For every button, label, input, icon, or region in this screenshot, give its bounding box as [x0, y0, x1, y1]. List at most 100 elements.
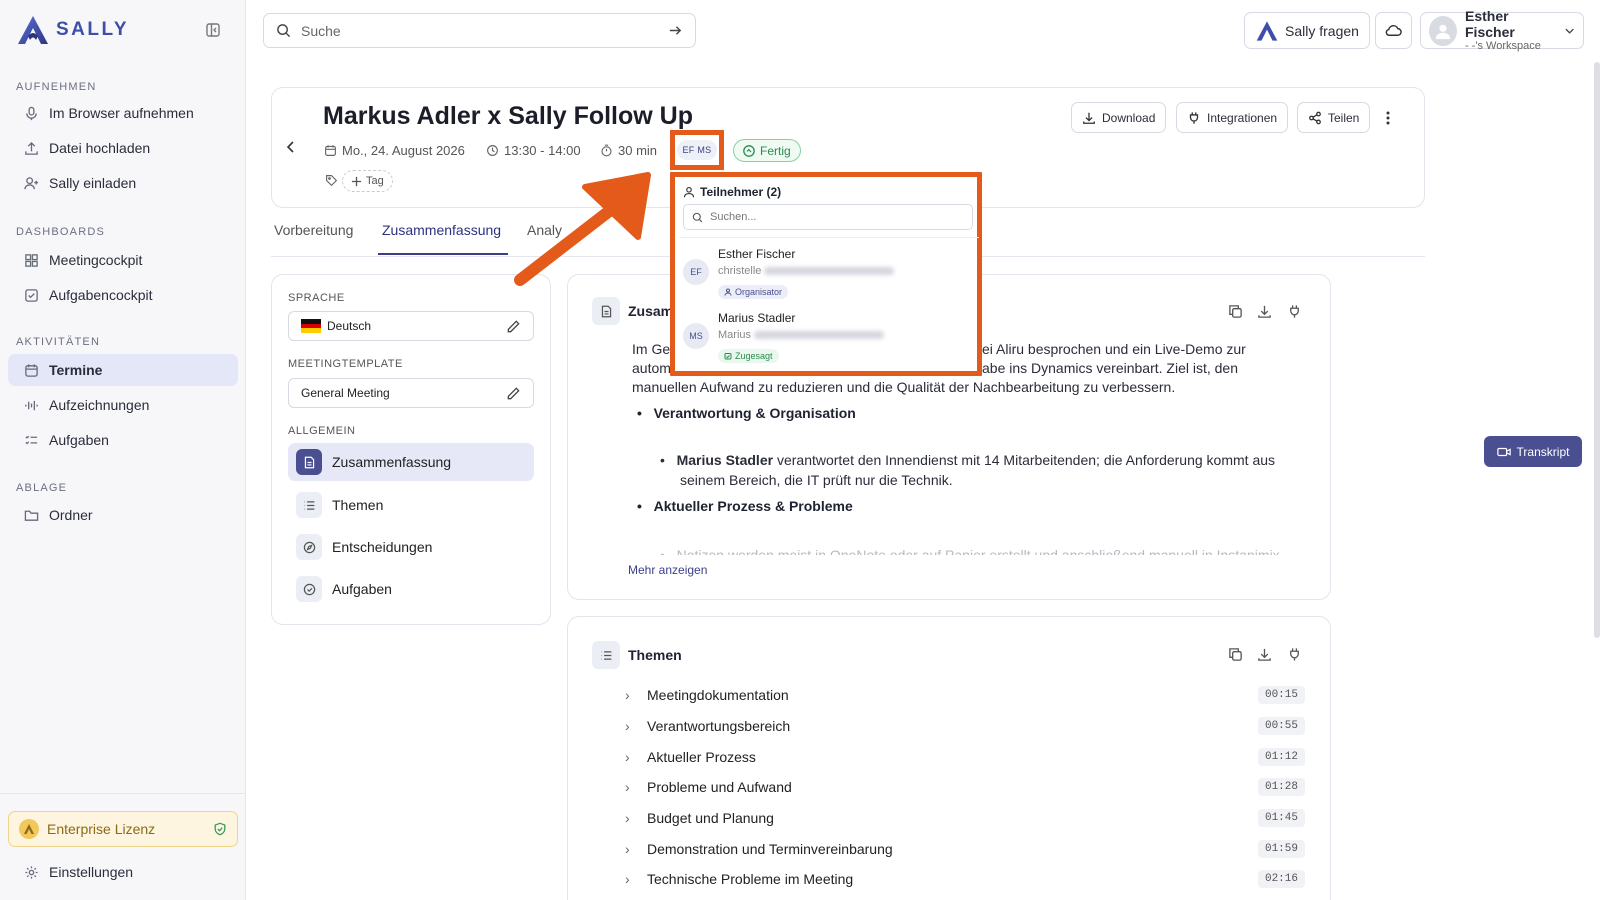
- share-button[interactable]: Teilen: [1297, 102, 1371, 133]
- more-options-icon[interactable]: [1385, 110, 1391, 126]
- redacted-text: [764, 267, 895, 276]
- user-menu[interactable]: Esther Fischer - -'s Workspace: [1420, 8, 1584, 52]
- template-select[interactable]: General Meeting: [288, 378, 534, 408]
- theme-row[interactable]: › Verantwortungsbereich 00:55: [625, 714, 1305, 738]
- participants-search-input[interactable]: Suchen...: [683, 204, 973, 230]
- add-tag-button[interactable]: Tag: [342, 170, 393, 192]
- nav-tasks[interactable]: Aufgaben: [8, 424, 238, 456]
- theme-label: Aktueller Prozess: [647, 749, 756, 765]
- date-text: Mo., 24. August 2026: [342, 143, 465, 158]
- nav-recordings[interactable]: Aufzeichnungen: [8, 389, 238, 421]
- download-button[interactable]: Download: [1071, 102, 1167, 133]
- cloud-sync-button[interactable]: [1375, 12, 1412, 49]
- download-icon[interactable]: [1257, 304, 1272, 319]
- bullet-text: verantwortet den Innendienst mit 14 Mita…: [776, 452, 1276, 468]
- integrations-label: Integrationen: [1207, 110, 1278, 125]
- nav-appointments[interactable]: Termine: [8, 354, 238, 386]
- app-logo[interactable]: SALLY: [16, 14, 129, 46]
- theme-label: Demonstration und Terminvereinbarung: [647, 841, 893, 857]
- participant-avatars[interactable]: EF MS: [677, 140, 717, 160]
- plug-icon[interactable]: [1287, 647, 1302, 662]
- theme-row[interactable]: › Aktueller Prozess 01:12: [625, 745, 1305, 769]
- nav-meetingcockpit[interactable]: Meetingcockpit: [8, 244, 238, 276]
- redacted-text: [754, 331, 885, 340]
- dropdown-divider: [679, 237, 979, 238]
- download-label: Download: [1102, 110, 1156, 125]
- plug-icon[interactable]: [1287, 304, 1302, 319]
- timer-icon: [601, 144, 612, 157]
- theme-row[interactable]: › Meetingdokumentation 00:15: [625, 683, 1305, 707]
- language-select[interactable]: Deutsch: [288, 311, 534, 341]
- ask-sally-button[interactable]: Sally fragen: [1244, 12, 1370, 49]
- user-icon: [724, 288, 732, 296]
- video-icon: [1496, 447, 1511, 456]
- summary-bullet-1: • Verantwortung & Organisation: [637, 405, 856, 421]
- arrow-right-icon[interactable]: [668, 23, 683, 38]
- scrollbar[interactable]: [1594, 62, 1600, 638]
- participants-dropdown: Teilnehmer (2) Suchen... EF Esther Fisch…: [670, 172, 982, 376]
- cloud-icon: [1385, 25, 1402, 36]
- section-summary-item[interactable]: Zusammenfassung: [288, 443, 534, 481]
- copy-icon[interactable]: [1228, 647, 1243, 662]
- copy-icon[interactable]: [1228, 304, 1243, 319]
- theme-row[interactable]: › Technische Probleme im Meeting 02:16: [625, 867, 1305, 891]
- meeting-duration: 30 min: [600, 143, 657, 158]
- nav-label: Datei hochladen: [49, 140, 151, 156]
- theme-row[interactable]: › Budget und Planung 01:45: [625, 806, 1305, 830]
- summary-line-2a: autom: [632, 360, 671, 376]
- nav-upload[interactable]: Datei hochladen: [8, 132, 238, 164]
- participants-count: Teilnehmer (2): [700, 185, 782, 199]
- participant-row[interactable]: MS Marius Stadler Marius Zugesagt: [683, 311, 973, 371]
- section-themes-item[interactable]: Themen: [288, 486, 534, 524]
- enterprise-license-badge[interactable]: Enterprise Lizenz: [8, 811, 238, 847]
- summary-bullet-2: • Aktueller Prozess & Probleme: [637, 498, 853, 514]
- pencil-icon[interactable]: [506, 319, 521, 334]
- search-input[interactable]: Suche: [263, 13, 696, 48]
- checkbox-icon: [25, 288, 38, 302]
- accepted-badge: Zugesagt: [718, 349, 779, 363]
- folder-icon: [24, 510, 39, 521]
- sally-logo-icon: [18, 16, 48, 44]
- sidebar-collapse-icon[interactable]: [205, 22, 221, 38]
- duration-text: 30 min: [618, 143, 658, 158]
- person-name: Notizen: [676, 547, 725, 555]
- microphone-icon: [26, 106, 37, 120]
- themes-title: Themen: [628, 647, 682, 663]
- document-icon: [592, 297, 620, 325]
- nav-invite[interactable]: Sally einladen: [8, 167, 238, 199]
- email-user: christelle: [718, 265, 762, 277]
- summary-subbullet: • Marius Stadler verantwortet den Innend…: [660, 452, 1276, 468]
- participant-email: Marius: [718, 329, 885, 341]
- calendar-check-icon: [724, 353, 732, 360]
- theme-row[interactable]: › Demonstration und Terminvereinbarung 01:…: [625, 837, 1305, 861]
- calendar-icon: [325, 145, 336, 156]
- list-icon: [296, 492, 322, 518]
- transcript-button[interactable]: Transkript: [1484, 436, 1582, 467]
- pencil-icon[interactable]: [506, 386, 521, 401]
- theme-label: Probleme und Aufwand: [647, 779, 792, 795]
- back-chevron-icon[interactable]: [285, 140, 297, 154]
- sidebar-divider: [0, 793, 245, 794]
- chevron-right-icon: ›: [625, 749, 630, 765]
- integrations-button[interactable]: Integrationen: [1176, 102, 1289, 133]
- organizer-badge: Organisator: [718, 285, 789, 299]
- status-text: Fertig: [760, 143, 791, 158]
- nav-folders[interactable]: Ordner: [8, 499, 238, 531]
- theme-time: 00:55: [1257, 717, 1305, 735]
- nav-taskcockpit[interactable]: Aufgabencockpit: [8, 279, 238, 311]
- participant-name: Esther Fischer: [718, 247, 796, 261]
- nav-settings[interactable]: Einstellungen: [8, 856, 238, 888]
- nav-label: Aufgaben: [49, 432, 109, 448]
- meeting-time: 13:30 - 14:00: [486, 143, 581, 158]
- section-decisions-item[interactable]: Entscheidungen: [288, 528, 534, 566]
- tab-preparation[interactable]: Vorbereitung: [274, 222, 353, 238]
- section-tasks-item[interactable]: Aufgaben: [288, 570, 534, 608]
- show-more-link[interactable]: Mehr anzeigen: [628, 563, 707, 577]
- tab-summary[interactable]: Zusammenfassung: [382, 222, 501, 238]
- nav-browser-record[interactable]: Im Browser aufnehmen: [8, 97, 238, 129]
- download-icon[interactable]: [1257, 647, 1272, 662]
- theme-row[interactable]: › Probleme und Aufwand 01:28: [625, 775, 1305, 799]
- avatar: [1429, 15, 1457, 46]
- germany-flag-icon: [301, 319, 321, 334]
- participant-row[interactable]: EF Esther Fischer christelle Organisator: [683, 247, 973, 307]
